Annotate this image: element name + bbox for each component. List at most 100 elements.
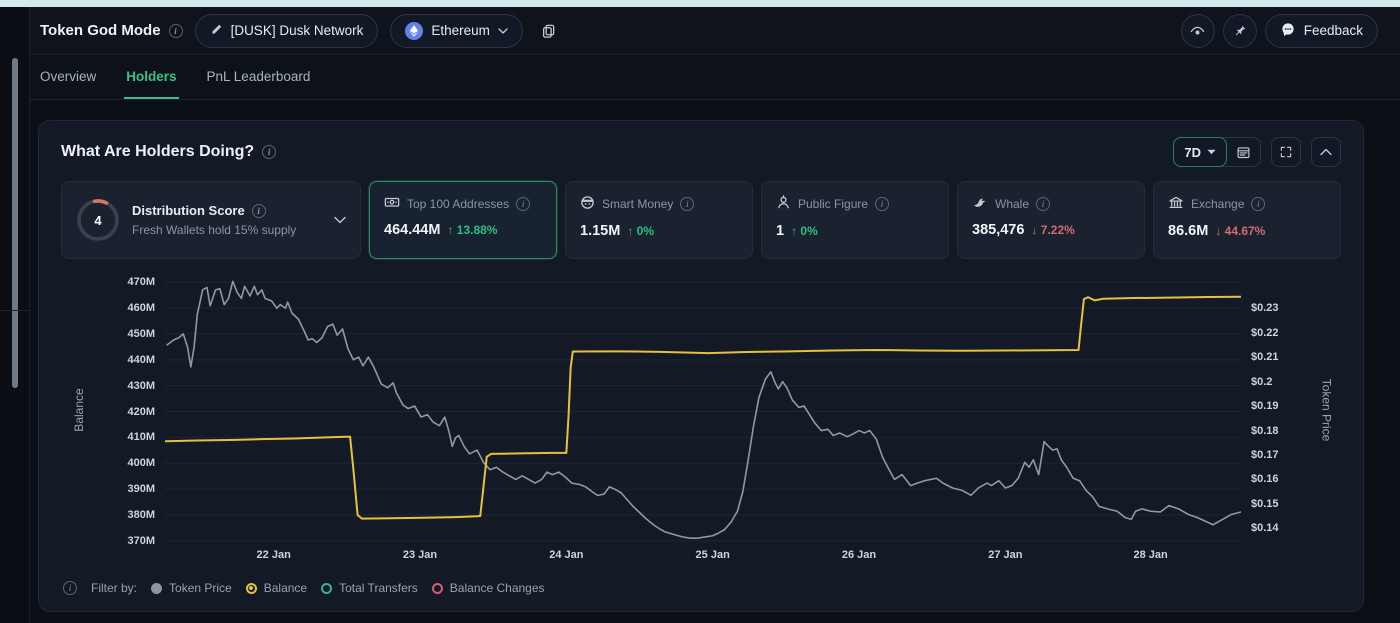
- stat-card-label: Whale: [995, 196, 1030, 211]
- x-tick-label: 27 Jan: [988, 549, 1023, 561]
- info-icon[interactable]: i: [262, 145, 277, 159]
- stat-card-value: 86.6M: [1168, 223, 1209, 239]
- token-select-label: [DUSK] Dusk Network: [230, 23, 364, 38]
- copy-address-button[interactable]: [535, 17, 563, 45]
- chain-select-label: Ethereum: [431, 23, 490, 38]
- stat-card-label: Exchange: [1191, 197, 1245, 211]
- whale-icon: [972, 195, 988, 212]
- distribution-score-value: 4: [94, 212, 102, 228]
- x-tick-label: 25 Jan: [695, 549, 730, 561]
- y-tick-label: 390M: [127, 483, 155, 496]
- y-tick-label: 450M: [127, 327, 155, 340]
- stat-card-label: Public Figure: [798, 197, 869, 211]
- info-icon[interactable]: i: [875, 197, 890, 211]
- watch-button[interactable]: [1180, 13, 1215, 48]
- chart-canvas[interactable]: [165, 275, 1241, 545]
- chevron-down-icon[interactable]: [334, 216, 346, 224]
- legend-item-total-transfers[interactable]: Total Transfers: [321, 581, 418, 595]
- left-rail: [0, 7, 30, 623]
- stat-card-label: Smart Money: [602, 197, 674, 211]
- stat-card-change: ↑ 0%: [627, 224, 654, 238]
- fullscreen-button[interactable]: [1271, 137, 1301, 167]
- filter-by-label: Filter by:: [91, 581, 138, 595]
- stat-card-value: 464.44M: [384, 222, 441, 238]
- y-tick-label: $0.2: [1251, 375, 1273, 388]
- legend-item-balance[interactable]: Balance: [245, 581, 307, 595]
- y-tick-label: $0.14: [1251, 522, 1279, 535]
- x-tick-label: 22 Jan: [256, 549, 291, 561]
- token-select-button[interactable]: [DUSK] Dusk Network: [194, 13, 379, 48]
- chevron-down-icon: [498, 27, 508, 34]
- y-tick-label: 410M: [127, 431, 155, 444]
- info-icon[interactable]: i: [680, 197, 695, 211]
- total-transfers-marker-icon: [321, 582, 333, 594]
- holders-chart[interactable]: Balance Token Price 470M 460M 450M 440M 430M…: [61, 275, 1341, 567]
- info-icon[interactable]: i: [251, 203, 266, 218]
- feedback-button[interactable]: Feedback: [1264, 13, 1378, 48]
- stat-card-top-100-addresses[interactable]: Top 100 Addresses i 464.44M ↑ 13.88%: [369, 181, 557, 259]
- info-icon[interactable]: i: [1251, 197, 1266, 211]
- distribution-score-card[interactable]: 4 Distribution Score i Fresh Wallets hol…: [61, 181, 361, 259]
- pin-button[interactable]: [1222, 13, 1257, 48]
- holders-panel: What Are Holders Doing? i 7D 4 Distribut…: [38, 120, 1364, 612]
- stat-card-label: Top 100 Addresses: [407, 196, 510, 211]
- collapse-button[interactable]: [1311, 137, 1341, 167]
- y-tick-label: 370M: [127, 534, 155, 547]
- chevron-down-icon: [1207, 149, 1216, 155]
- tab-overview[interactable]: Overview: [38, 55, 98, 99]
- topbar: Token God Mode i [DUSK] Dusk Network Eth…: [30, 7, 1400, 55]
- chain-select-button[interactable]: Ethereum: [390, 13, 523, 48]
- info-icon[interactable]: i: [63, 581, 77, 595]
- fullscreen-icon: [1280, 146, 1292, 158]
- y-tick-label: $0.18: [1251, 424, 1279, 437]
- y-tick-label: 380M: [127, 508, 155, 521]
- stat-card-value: 385,476: [972, 222, 1025, 238]
- stat-card-change: ↑ 13.88%: [447, 223, 498, 237]
- pencil-icon: [210, 23, 223, 39]
- tab-bar: Overview Holders PnL Leaderboard: [30, 55, 1400, 100]
- distribution-gauge: 4: [76, 198, 120, 242]
- y-tick-label: 430M: [127, 379, 155, 392]
- x-tick-label: 23 Jan: [402, 549, 438, 561]
- public-figure-icon: [776, 195, 791, 213]
- info-icon[interactable]: i: [1036, 196, 1051, 211]
- ninja-mask-icon: [580, 195, 595, 213]
- y-tick-label: $0.19: [1251, 400, 1279, 413]
- info-icon[interactable]: i: [168, 23, 183, 38]
- token-price-marker-icon: [151, 582, 163, 594]
- page-title: Token God Mode i: [40, 22, 183, 39]
- y-axis-label-balance: Balance: [72, 388, 86, 432]
- legend-item-token-price[interactable]: Token Price: [151, 581, 232, 595]
- feedback-label: Feedback: [1303, 23, 1363, 38]
- tab-holders[interactable]: Holders: [124, 55, 179, 99]
- stat-card-change: ↓ 44.67%: [1215, 224, 1266, 238]
- y-tick-label: 440M: [127, 353, 155, 366]
- distribution-score-subtitle: Fresh Wallets hold 15% supply: [132, 223, 297, 237]
- x-axis-ticks: 22 Jan 23 Jan 24 Jan 25 Jan 26 Jan 27 Jan 28 J…: [165, 549, 1241, 567]
- stat-card-whale[interactable]: Whale i 385,476 ↓ 7.22%: [957, 181, 1145, 259]
- x-tick-label: 26 Jan: [841, 549, 877, 561]
- y-tick-label: 460M: [127, 302, 155, 315]
- x-tick-label: 24 Jan: [549, 549, 584, 561]
- y-tick-label: $0.17: [1251, 449, 1279, 461]
- range-control-group: 7D: [1173, 137, 1261, 167]
- tab-pnl-leaderboard[interactable]: PnL Leaderboard: [205, 55, 313, 99]
- top-accent-strip: [0, 0, 1400, 7]
- legend-item-balance-changes[interactable]: Balance Changes: [431, 581, 545, 595]
- stat-card-exchange[interactable]: Exchange i 86.6M ↓ 44.67%: [1153, 181, 1341, 259]
- range-dropdown[interactable]: 7D: [1173, 137, 1227, 167]
- chat-icon: [1280, 22, 1296, 40]
- vertical-scrollbar[interactable]: [12, 58, 18, 388]
- chart-filter-legend: i Filter by: Token Price Balance Total T…: [61, 581, 1341, 595]
- balance-changes-marker-icon: [431, 582, 443, 594]
- bank-icon: [1168, 195, 1184, 213]
- stat-card-value: 1.15M: [580, 223, 621, 239]
- x-tick-label: 28 Jan: [1133, 549, 1168, 561]
- panel-title: What Are Holders Doing? i: [61, 143, 277, 161]
- info-icon[interactable]: i: [516, 196, 531, 211]
- balance-marker-icon: [245, 582, 257, 594]
- stat-card-public-figure[interactable]: Public Figure i 1 ↑ 0%: [761, 181, 949, 259]
- calendar-button[interactable]: [1226, 138, 1260, 166]
- stat-card-smart-money[interactable]: Smart Money i 1.15M ↑ 0%: [565, 181, 753, 259]
- page-title-text: Token God Mode: [40, 22, 161, 39]
